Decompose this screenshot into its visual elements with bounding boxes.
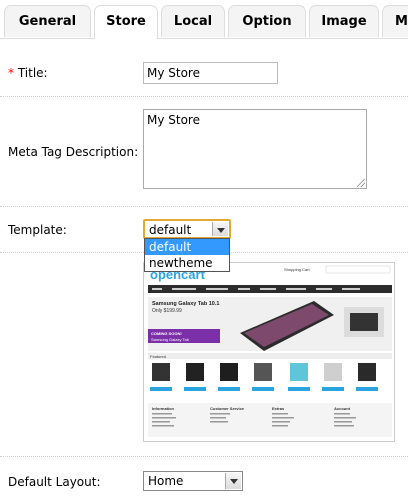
default-layout-value: Home — [148, 474, 184, 488]
template-option-newtheme[interactable]: newtheme — [145, 255, 229, 271]
preview-banner-title: Samsung Galaxy Tab 10.1 — [152, 301, 219, 307]
default-layout-row: Default Layout: Home — [0, 456, 408, 499]
required-mark: * — [8, 66, 14, 80]
title-label: * Title: — [8, 66, 48, 80]
title-label-text: Title: — [17, 66, 48, 80]
tab-local[interactable]: Local — [161, 5, 225, 37]
template-dropdown: default newtheme — [144, 238, 230, 272]
preview-footer-extras: Extras — [272, 406, 285, 411]
title-input[interactable]: My Store — [143, 62, 278, 84]
template-select-value: default — [149, 223, 192, 237]
preview-featured: Featured — [150, 354, 166, 359]
meta-description-label: Meta Tag Description: — [8, 145, 139, 159]
tab-option[interactable]: Option — [228, 5, 306, 37]
store-preview-thumbnail: opencart Shopping Cart Samsung Galaxy Ta… — [144, 263, 394, 441]
resize-grip-icon[interactable] — [357, 179, 365, 187]
preview-badge-2: Samsung Galaxy Tab — [151, 337, 190, 342]
meta-description-row: Meta Tag Description: My Store — [0, 96, 408, 207]
preview-footer-customer-service: Customer Service — [210, 406, 245, 411]
default-layout-label: Default Layout: — [8, 475, 101, 489]
title-row: * Title: My Store — [0, 38, 408, 97]
preview-cart-title: Shopping Cart — [284, 267, 310, 272]
tab-image[interactable]: Image — [309, 5, 379, 37]
preview-footer-information: Information — [152, 406, 175, 411]
tab-general[interactable]: General — [4, 5, 91, 37]
chevron-down-icon[interactable] — [225, 473, 241, 489]
meta-description-textarea[interactable]: My Store — [143, 109, 367, 189]
preview-badge-1: COMING SOON! — [151, 331, 182, 336]
meta-description-value: My Store — [147, 113, 200, 127]
chevron-down-icon[interactable] — [212, 222, 228, 236]
tab-bar: General Store Local Option Image M — [0, 0, 408, 39]
template-select[interactable]: default — [143, 219, 231, 239]
preview-banner-price: Only $199.99 — [152, 308, 182, 314]
template-label: Template: — [8, 223, 67, 237]
default-layout-select[interactable]: Home — [143, 471, 243, 491]
tab-store[interactable]: Store — [94, 5, 158, 39]
template-option-default[interactable]: default — [145, 239, 229, 255]
preview-footer-account: Account — [334, 406, 351, 411]
template-preview-image: opencart Shopping Cart Samsung Galaxy Ta… — [143, 262, 395, 442]
tab-more[interactable]: M — [382, 5, 408, 37]
